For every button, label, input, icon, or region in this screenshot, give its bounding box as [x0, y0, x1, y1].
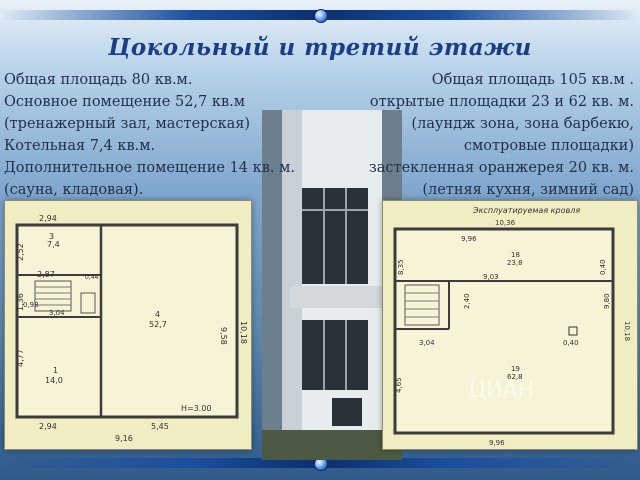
plan-dim: 8,35	[397, 259, 405, 275]
plan-header: Эксплуатируемая кровля	[472, 206, 580, 215]
right-text-line: (лаундж зона, зона барбекю,	[411, 116, 634, 132]
left-text-line: (тренажерный зал, мастерская)	[4, 116, 251, 132]
floor-plan-third-floor: Эксплуатируемая кровля 10,36 9,96 18 23,…	[382, 200, 638, 450]
plan-dim: 4,65	[395, 377, 403, 393]
room-area: 52,7	[149, 320, 167, 329]
plan-dim: 0,40	[599, 259, 607, 275]
room-number: 19	[511, 365, 520, 373]
plan-dim: 10,36	[495, 219, 516, 227]
top-orb-icon	[314, 9, 328, 23]
room-area: 23,8	[507, 259, 523, 267]
room-number: 18	[511, 251, 520, 259]
plan-dim: 9,96	[489, 439, 505, 447]
left-text-line: Основное помещение 52,7 кв.м	[4, 94, 245, 110]
plan-dim: 10,18	[623, 321, 631, 341]
plan-dim: 9,16	[115, 434, 133, 443]
plan-dim: 0,44	[85, 274, 99, 281]
plan-dim: 9,03	[483, 273, 499, 281]
plan-dim: 0,40	[563, 339, 579, 347]
plan-dim: 2,40	[463, 293, 471, 309]
plan-dim: 9,80	[603, 293, 611, 309]
room-number: 1	[53, 366, 58, 375]
right-text-line: Общая площадь 105 кв.м .	[431, 72, 634, 88]
left-text-line: Общая площадь 80 кв.м.	[4, 72, 193, 88]
room-area: 7,4	[47, 240, 60, 249]
room-area: 14,0	[45, 376, 63, 385]
plan-dim: 5,45	[151, 422, 169, 431]
floor-plan-basement: 2,94 2,52 3 7,4 2,87 0,44 1,36 0,98 3,04…	[4, 200, 252, 450]
plan-dim: 3,04	[419, 339, 435, 347]
plan-dim: 9,58	[219, 327, 228, 345]
right-text-line: застекленная оранжерея 20 кв. м.	[368, 160, 634, 176]
watermark: ЦИАН	[469, 378, 534, 403]
plan-dim: 0,98	[23, 301, 39, 309]
plan-dim: 3,04	[49, 309, 65, 317]
plan-dim: 2,52	[16, 243, 25, 261]
left-text-line: Котельная 7,4 кв.м.	[4, 138, 156, 154]
room-height: H=3.00	[181, 404, 212, 413]
plan-dim: 2,87	[37, 270, 55, 279]
plan-dim: 4,77	[16, 349, 25, 367]
plan-dim: 10,18	[239, 321, 248, 344]
left-text-line: Дополнительное помещение 14 кв. м.	[4, 160, 295, 176]
right-text-line: смотровые площадки)	[463, 138, 634, 154]
room-number: 4	[155, 310, 160, 319]
plan-dim: 2,94	[39, 214, 57, 223]
left-text-line: (сауна, кладовая).	[4, 182, 144, 198]
plan-dim: 9,96	[461, 235, 477, 243]
page-title: Цокольный и третий этажи	[108, 34, 532, 61]
plan-dim: 2,94	[39, 422, 57, 431]
right-text-line: (летняя кухня, зимний сад)	[422, 182, 634, 198]
plan-outer-wall	[15, 223, 239, 419]
slide: Цокольный и третий этажи Общая площадь 8…	[0, 0, 640, 480]
right-text-line: открытые площадки 23 и 62 кв. м.	[369, 94, 634, 110]
